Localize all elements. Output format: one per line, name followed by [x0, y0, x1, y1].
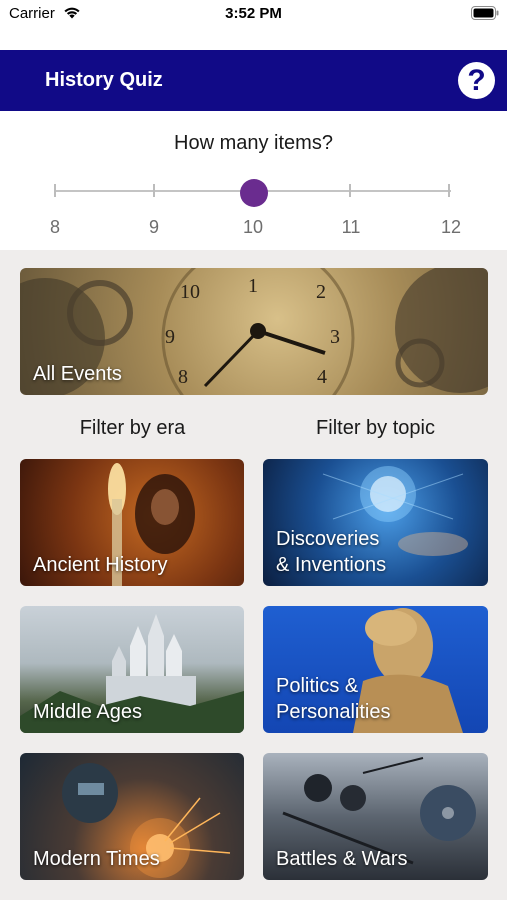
slider-tick — [349, 184, 351, 197]
item-count-question: How many items? — [174, 132, 333, 154]
battles-wars-label: Battles & Wars — [276, 848, 408, 870]
discoveries-inventions-card[interactable]: Discoveries & Inventions — [263, 459, 488, 586]
nav-bar: History Quiz — [0, 50, 507, 111]
politics-personalities-label: Politics & Personalities — [276, 673, 391, 725]
modern-times-card[interactable]: Modern Times — [20, 753, 244, 880]
question-mark-icon: ? — [467, 64, 486, 97]
svg-text:4: 4 — [317, 366, 327, 388]
clock: 3:52 PM — [225, 5, 282, 22]
politics-personalities-card[interactable]: Politics & Personalities — [263, 606, 488, 733]
item-count-slider-thumb[interactable] — [240, 179, 268, 207]
svg-text:2: 2 — [316, 281, 326, 303]
all-events-label: All Events — [33, 363, 122, 385]
battery-icon — [471, 6, 499, 20]
modern-times-label: Modern Times — [33, 848, 160, 870]
svg-text:1: 1 — [248, 275, 258, 297]
slider-label-10: 10 — [242, 217, 264, 237]
svg-text:10: 10 — [180, 281, 200, 303]
middle-ages-card[interactable]: Middle Ages — [20, 606, 244, 733]
discoveries-line2: & Inventions — [276, 554, 387, 576]
ancient-history-label: Ancient History — [33, 554, 168, 576]
discoveries-inventions-label: Discoveries & Inventions — [276, 526, 386, 578]
svg-text:8: 8 — [178, 366, 188, 388]
ancient-history-card[interactable]: Ancient History — [20, 459, 244, 586]
filter-by-era-heading: Filter by era — [79, 417, 186, 439]
discoveries-line1: Discoveries — [276, 528, 380, 550]
slider-tick — [153, 184, 155, 197]
all-events-card[interactable]: 10 2 9 3 8 4 1 All Events — [20, 268, 488, 395]
slider-tick — [448, 184, 450, 197]
slider-tick — [54, 184, 56, 197]
page-title: History Quiz — [45, 69, 163, 91]
slider-label-9: 9 — [148, 217, 159, 237]
politics-line2: Personalities — [276, 701, 391, 723]
svg-text:3: 3 — [330, 326, 340, 348]
filter-by-topic-heading: Filter by topic — [316, 417, 435, 439]
slider-label-8: 8 — [49, 217, 60, 237]
status-bar: Carrier 3:52 PM — [0, 0, 507, 50]
politics-line1: Politics & — [276, 675, 359, 697]
battles-wars-card[interactable]: Battles & Wars — [263, 753, 488, 880]
help-button[interactable]: ? — [458, 62, 495, 99]
slider-label-12: 12 — [440, 217, 462, 237]
slider-label-11: 11 — [341, 217, 361, 237]
item-count-panel: How many items? 8 9 10 11 12 — [0, 111, 507, 250]
middle-ages-label: Middle Ages — [33, 701, 142, 723]
svg-text:9: 9 — [165, 326, 175, 348]
